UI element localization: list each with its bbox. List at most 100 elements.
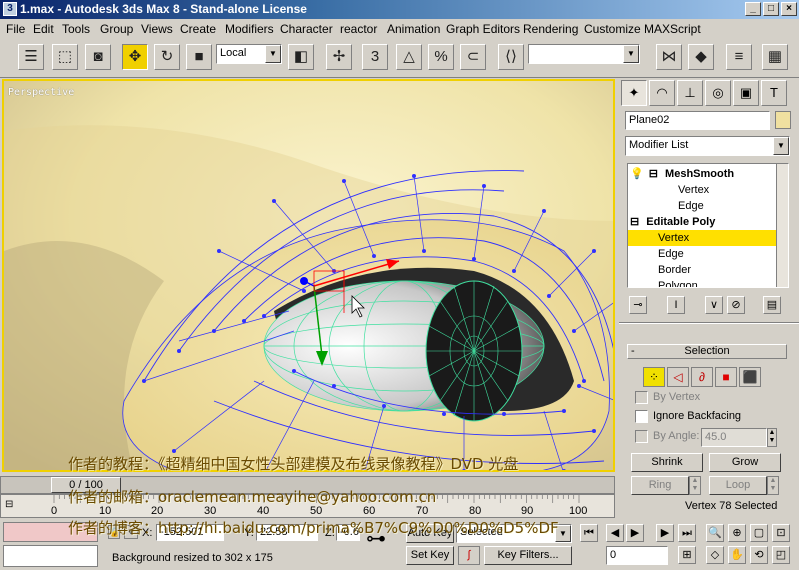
modify-tab-icon[interactable]: ◠ <box>649 80 675 106</box>
lightbulb-icon[interactable]: 💡 <box>630 168 644 180</box>
shrink-button[interactable]: Shrink <box>631 453 703 472</box>
perspective-viewport[interactable]: Perspective <box>2 79 615 472</box>
grow-button[interactable]: Grow <box>709 453 781 472</box>
zoom-all-icon[interactable]: ⊕ <box>728 524 746 542</box>
object-name-field[interactable]: Plane02 <box>625 111 770 130</box>
spinner-snap-icon[interactable]: ⊂ <box>460 44 486 70</box>
loop-spinner-icon[interactable]: ▲ ▼ <box>767 476 779 495</box>
zoom-extents-icon[interactable]: ▢ <box>750 524 768 542</box>
curve-editor-icon[interactable]: ▦ <box>762 44 788 70</box>
field-of-view-icon[interactable]: ◇ <box>706 546 724 564</box>
menu-customize[interactable]: Customize <box>584 22 641 36</box>
object-color-swatch[interactable] <box>775 111 791 129</box>
stack-item-ms-edge[interactable]: Edge <box>678 198 788 214</box>
modifier-stack[interactable]: 💡 ⊟ MeshSmooth Vertex Edge ⊟ Editable Po… <box>627 163 789 288</box>
menu-group[interactable]: Group <box>100 22 133 36</box>
layer-manager-icon[interactable]: ≡ <box>726 44 752 70</box>
close-button[interactable]: × <box>781 2 797 16</box>
angle-snap-icon[interactable]: △ <box>396 44 422 70</box>
remove-modifier-icon[interactable]: ⊘ <box>727 296 745 314</box>
named-selection-dropdown[interactable]: ▼ <box>528 44 640 64</box>
vertex-mode-icon[interactable]: ⁘ <box>643 367 665 387</box>
menu-graph-editors[interactable]: Graph Editors <box>446 22 520 36</box>
stack-item-edge[interactable]: Edge <box>658 246 788 262</box>
maximize-viewport-icon[interactable]: ◰ <box>772 546 790 564</box>
angle-spinner-arrows-icon[interactable]: ▲ ▼ <box>767 428 777 447</box>
percent-snap-icon[interactable]: % <box>428 44 454 70</box>
modifier-list-dropdown[interactable]: Modifier List ▼ <box>625 136 790 156</box>
play-icon[interactable]: ▶ <box>626 524 644 542</box>
go-to-end-icon[interactable]: ⏭ <box>678 524 696 542</box>
viewport-label[interactable]: Perspective <box>8 87 74 98</box>
align-icon[interactable]: ◆ <box>688 44 714 70</box>
pin-stack-icon[interactable]: ⊸ <box>629 296 647 314</box>
menu-views[interactable]: Views <box>141 22 173 36</box>
angle-spinner[interactable]: 45.0 <box>701 428 767 447</box>
zoom-icon[interactable]: 🔍 <box>706 524 724 542</box>
select-scale-icon[interactable]: ■ <box>186 44 212 70</box>
border-mode-icon[interactable]: ∂ <box>691 367 713 387</box>
menu-character[interactable]: Character <box>280 22 333 36</box>
stack-item-meshsmooth[interactable]: 💡 ⊟ MeshSmooth <box>630 166 778 182</box>
next-frame-icon[interactable]: ▶ <box>656 524 674 542</box>
menu-edit[interactable]: Edit <box>33 22 54 36</box>
menu-tools[interactable]: Tools <box>62 22 90 36</box>
pan-icon[interactable]: ✋ <box>728 546 746 564</box>
select-move-icon[interactable]: ✥ <box>122 44 148 70</box>
create-tab-icon[interactable]: ✦ <box>621 80 647 106</box>
edit-named-selection-icon[interactable]: ⟨⟩ <box>498 44 524 70</box>
snap-toggle-icon[interactable]: 3 <box>362 44 388 70</box>
select-rotate-icon[interactable]: ↻ <box>154 44 180 70</box>
utilities-tab-icon[interactable]: T <box>761 80 787 106</box>
time-configuration-icon[interactable]: ⊞ <box>678 546 696 564</box>
menu-modifiers[interactable]: Modifiers <box>225 22 274 36</box>
minimize-button[interactable]: _ <box>745 2 761 16</box>
ignore-backfacing-checkbox[interactable] <box>635 410 648 423</box>
menu-reactor[interactable]: reactor <box>340 22 377 36</box>
mirror-icon[interactable]: ⋈ <box>656 44 682 70</box>
current-frame-field[interactable]: 0 <box>606 546 668 565</box>
default-tangent-icon[interactable]: ∫ <box>458 546 480 565</box>
stack-item-border[interactable]: Border <box>658 262 788 278</box>
by-vertex-checkbox[interactable] <box>635 391 648 404</box>
maxscript-input[interactable] <box>3 545 98 567</box>
edge-mode-icon[interactable]: ◁ <box>667 367 689 387</box>
stack-item-editable-poly[interactable]: ⊟ Editable Poly <box>630 214 778 230</box>
show-end-result-icon[interactable]: Ι <box>667 296 685 314</box>
key-filters-button[interactable]: Key Filters... <box>484 546 572 565</box>
app-icon[interactable]: 3 <box>3 2 17 16</box>
stack-item-polygon[interactable]: Polygon <box>658 278 788 287</box>
ring-spinner-icon[interactable]: ▲ ▼ <box>689 476 701 495</box>
stack-item-vertex[interactable]: Vertex <box>628 230 776 246</box>
selection-rollout-header[interactable]: - Selection <box>627 344 787 359</box>
menu-file[interactable]: File <box>6 22 25 36</box>
menu-rendering[interactable]: Rendering <box>523 22 578 36</box>
collapse-icon[interactable]: ⊟ <box>630 216 639 228</box>
rect-selection-icon[interactable]: ⬚ <box>52 44 78 70</box>
make-unique-icon[interactable]: ∨ <box>705 296 723 314</box>
stack-item-ms-vertex[interactable]: Vertex <box>678 182 788 198</box>
menu-maxscript[interactable]: MAXScript <box>644 22 701 36</box>
polygon-mode-icon[interactable]: ■ <box>715 367 737 387</box>
pivot-center-icon[interactable]: ◧ <box>288 44 314 70</box>
loop-button[interactable]: Loop <box>709 476 767 495</box>
motion-tab-icon[interactable]: ◎ <box>705 80 731 106</box>
window-crossing-icon[interactable]: ◙ <box>85 44 111 70</box>
reference-coordinate-dropdown[interactable]: Local ▼ <box>216 44 282 64</box>
maximize-button[interactable]: □ <box>763 2 779 16</box>
display-tab-icon[interactable]: ▣ <box>733 80 759 106</box>
select-manipulate-icon[interactable]: ✢ <box>326 44 352 70</box>
collapse-icon[interactable]: ⊟ <box>649 168 658 180</box>
ring-button[interactable]: Ring <box>631 476 689 495</box>
element-mode-icon[interactable]: ⬛ <box>739 367 761 387</box>
menu-animation[interactable]: Animation <box>387 22 440 36</box>
set-key-button[interactable]: Set Key <box>406 546 454 565</box>
go-to-start-icon[interactable]: ⏮ <box>580 524 598 542</box>
hierarchy-tab-icon[interactable]: ⊥ <box>677 80 703 106</box>
zoom-extents-all-icon[interactable]: ⊡ <box>772 524 790 542</box>
by-angle-checkbox[interactable] <box>635 430 648 443</box>
arc-rotate-icon[interactable]: ⟲ <box>750 546 768 564</box>
configure-modifier-sets-icon[interactable]: ▤ <box>763 296 781 314</box>
select-object-icon[interactable]: ☰ <box>18 44 44 70</box>
menu-create[interactable]: Create <box>180 22 216 36</box>
